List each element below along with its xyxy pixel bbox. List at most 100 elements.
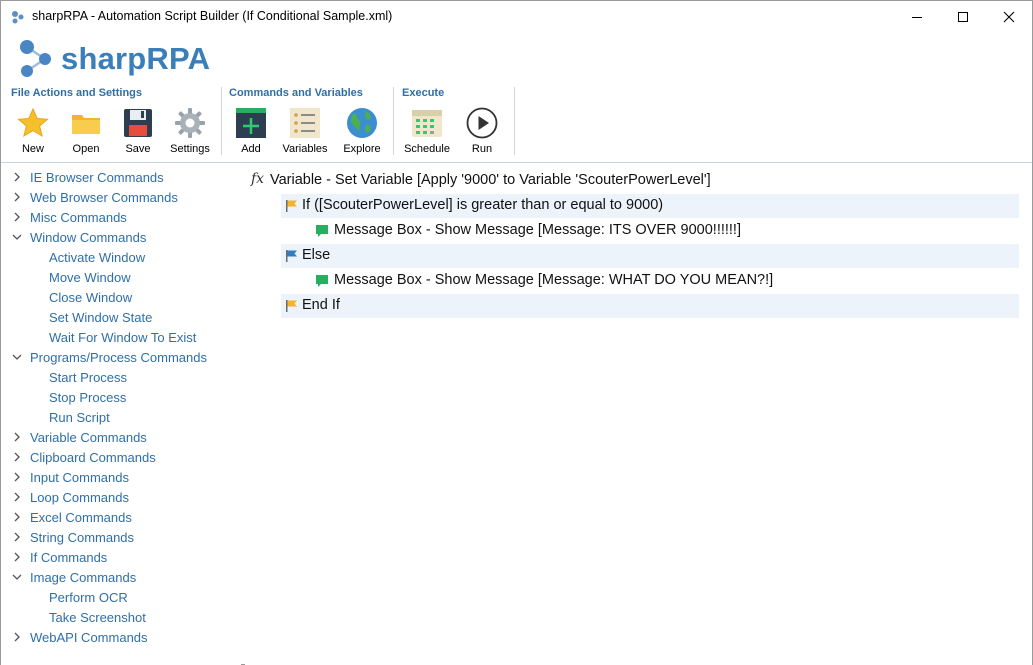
tree-item-label: Wait For Window To Exist: [49, 330, 197, 345]
button-label: Open: [72, 143, 100, 155]
explore-button[interactable]: Explore: [334, 103, 390, 159]
ribbon-toolbar: File Actions and Settings New Open Save …: [1, 83, 1032, 163]
tree-category-item[interactable]: Window Commands: [1, 227, 241, 247]
group-title: Commands and Variables: [229, 87, 363, 99]
yellow-flag-icon: [286, 200, 297, 212]
minimize-button[interactable]: [894, 1, 940, 33]
chevron-right-icon[interactable]: [11, 631, 23, 643]
tree-item-label: Activate Window: [49, 250, 146, 265]
variables-button[interactable]: Variables: [277, 103, 333, 159]
chevron-right-icon[interactable]: [11, 491, 23, 503]
add-button[interactable]: Add: [223, 103, 279, 159]
tree-command-item[interactable]: Perform OCR: [1, 587, 241, 607]
tree-category-item[interactable]: WebAPI Commands: [1, 627, 241, 647]
sharprpa-logo-icon: [20, 40, 51, 77]
tree-category-item[interactable]: Input Commands: [1, 467, 241, 487]
tree-item-label: Take Screenshot: [49, 610, 146, 625]
chevron-right-icon[interactable]: [11, 531, 23, 543]
group-divider: [393, 87, 394, 155]
tree-item-label: IE Browser Commands: [30, 170, 164, 185]
tree-item-label: Perform OCR: [49, 590, 128, 605]
tree-item-label: Excel Commands: [30, 510, 132, 525]
command-text: End If: [302, 297, 340, 313]
command-text: Variable - Set Variable [Apply '9000' to…: [270, 172, 711, 188]
tree-command-item[interactable]: Run Script: [1, 407, 241, 427]
file-actions-group: File Actions and Settings New Open Save …: [1, 83, 221, 159]
save-button[interactable]: Save: [110, 103, 166, 159]
chevron-down-icon[interactable]: [11, 571, 23, 583]
chevron-right-icon[interactable]: [11, 431, 23, 443]
tree-category-item[interactable]: Misc Commands: [1, 207, 241, 227]
tree-item-label: Run Script: [49, 410, 110, 425]
commands-variables-group: Commands and Variables Add Variables Exp…: [223, 83, 393, 159]
button-label: New: [21, 143, 44, 155]
floppy-disk-icon: [124, 109, 152, 137]
script-command-row[interactable]: If ([ScouterPowerLevel] is greater than …: [281, 194, 1019, 218]
chevron-down-icon[interactable]: [11, 231, 23, 243]
script-command-row[interactable]: End If: [281, 294, 1019, 318]
tree-category-item[interactable]: Clipboard Commands: [1, 447, 241, 467]
tree-category-item[interactable]: Loop Commands: [1, 487, 241, 507]
chevron-right-icon[interactable]: [11, 171, 23, 183]
add-command-icon: [236, 108, 266, 138]
chevron-right-icon[interactable]: [11, 511, 23, 523]
star-icon: [17, 107, 49, 138]
group-title: Execute: [402, 87, 445, 99]
button-label: Add: [241, 143, 261, 155]
tree-category-item[interactable]: Image Commands: [1, 567, 241, 587]
tree-item-label: If Commands: [30, 550, 108, 565]
globe-icon: [347, 108, 377, 138]
tree-command-item[interactable]: Activate Window: [1, 247, 241, 267]
new-button[interactable]: New: [5, 103, 61, 159]
settings-button[interactable]: Settings: [162, 103, 218, 159]
maximize-icon: [958, 12, 968, 22]
tree-command-item[interactable]: Stop Process: [1, 387, 241, 407]
run-button[interactable]: Run: [454, 103, 510, 159]
chevron-right-icon[interactable]: [11, 471, 23, 483]
tree-category-item[interactable]: Variable Commands: [1, 427, 241, 447]
yellow-flag-icon: [286, 300, 297, 312]
tree-category-item[interactable]: If Commands: [1, 547, 241, 567]
tree-category-item[interactable]: Web Browser Commands: [1, 187, 241, 207]
app-window: sharpRPA - Automation Script Builder (If…: [0, 0, 1033, 665]
tree-item-label: Start Process: [49, 370, 128, 385]
brand-header: sharpRPA: [1, 33, 1032, 83]
maximize-button[interactable]: [940, 1, 986, 33]
chevron-right-icon[interactable]: [11, 551, 23, 563]
tree-command-item[interactable]: Take Screenshot: [1, 607, 241, 627]
script-command-row[interactable]: Message Box - Show Message [Message: ITS…: [245, 219, 1019, 243]
chevron-right-icon[interactable]: [11, 191, 23, 203]
chevron-down-icon[interactable]: [11, 351, 23, 363]
schedule-button[interactable]: Schedule: [399, 103, 455, 159]
message-icon: [316, 225, 328, 237]
group-divider: [514, 87, 515, 155]
tree-command-item[interactable]: Move Window: [1, 267, 241, 287]
tree-command-item[interactable]: Set Window State: [1, 307, 241, 327]
button-label: Save: [125, 143, 151, 155]
script-command-list: fx Variable - Set Variable [Apply '9000' …: [245, 165, 1032, 665]
tree-command-item[interactable]: Start Process: [1, 367, 241, 387]
folder-icon: [72, 115, 100, 134]
open-button[interactable]: Open: [58, 103, 114, 159]
script-command-row[interactable]: fx Variable - Set Variable [Apply '9000' …: [245, 169, 1019, 193]
message-icon: [316, 275, 328, 287]
tree-command-item[interactable]: Close Window: [1, 287, 241, 307]
tree-category-item[interactable]: String Commands: [1, 527, 241, 547]
tree-command-item[interactable]: Wait For Window To Exist: [1, 327, 241, 347]
variable-list-icon: [290, 108, 320, 138]
tree-item-label: Input Commands: [30, 470, 129, 485]
close-button[interactable]: [986, 1, 1032, 33]
tree-item-label: Variable Commands: [30, 430, 147, 445]
chevron-right-icon[interactable]: [11, 211, 23, 223]
command-text: If ([ScouterPowerLevel] is greater than …: [302, 197, 664, 213]
tree-item-label: Close Window: [49, 290, 133, 305]
chevron-right-icon[interactable]: [11, 451, 23, 463]
group-title: File Actions and Settings: [11, 87, 142, 99]
tree-category-item[interactable]: Excel Commands: [1, 507, 241, 527]
script-command-row[interactable]: Else: [281, 244, 1019, 268]
tree-category-item[interactable]: IE Browser Commands: [1, 167, 241, 187]
command-text: Message Box - Show Message [Message: ITS…: [334, 222, 741, 238]
window-title: sharpRPA - Automation Script Builder (If…: [32, 9, 393, 23]
tree-category-item[interactable]: Programs/Process Commands: [1, 347, 241, 367]
script-command-row[interactable]: Message Box - Show Message [Message: WHA…: [245, 269, 1019, 293]
